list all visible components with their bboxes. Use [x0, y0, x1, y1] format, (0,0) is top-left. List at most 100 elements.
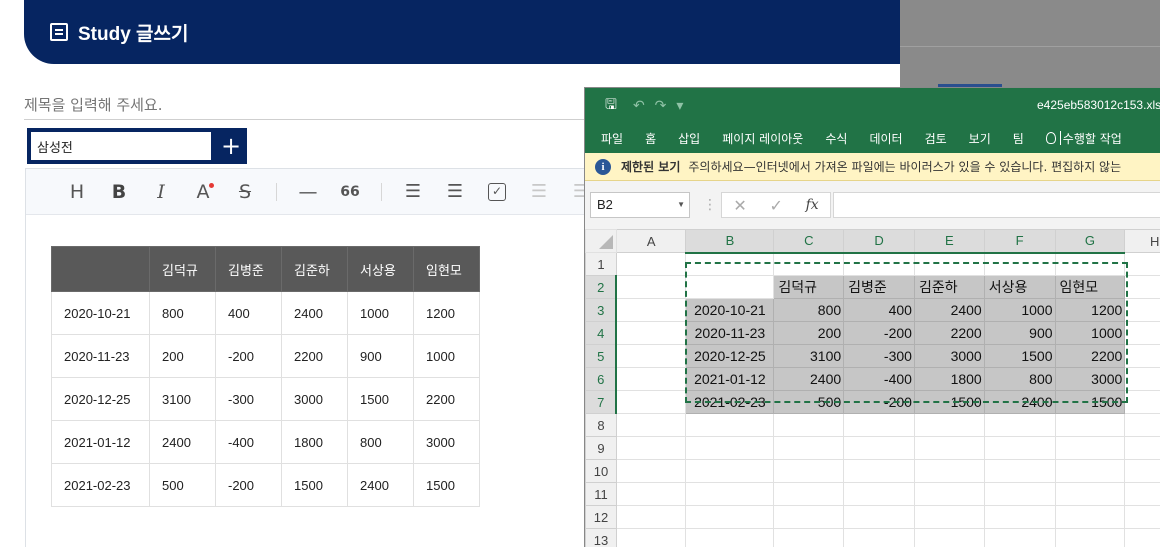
- cell[interactable]: 3000: [913, 344, 985, 368]
- insert-function-icon[interactable]: fx: [806, 197, 819, 213]
- cell[interactable]: 2200: [913, 321, 985, 345]
- cell[interactable]: -400: [843, 367, 915, 391]
- tab-formulas[interactable]: 수식: [825, 130, 847, 147]
- cell[interactable]: [685, 459, 775, 483]
- table-cell[interactable]: 1500: [281, 463, 348, 507]
- table-cell[interactable]: 3100: [149, 377, 216, 421]
- cell[interactable]: [615, 298, 687, 322]
- bullet-list-button[interactable]: ☰: [392, 177, 434, 207]
- cell[interactable]: [983, 505, 1056, 529]
- cell[interactable]: [685, 482, 775, 506]
- cell[interactable]: 3000: [1054, 367, 1126, 391]
- row-header[interactable]: 4: [585, 321, 618, 345]
- table-cell[interactable]: 2200: [413, 377, 480, 421]
- table-cell[interactable]: 2200: [281, 334, 348, 378]
- row-header[interactable]: 7: [585, 390, 618, 414]
- checklist-button[interactable]: ✓: [476, 177, 518, 207]
- cell[interactable]: [913, 459, 985, 483]
- tag-input[interactable]: [31, 132, 211, 160]
- table-cell[interactable]: 2400: [149, 420, 216, 464]
- column-header-f[interactable]: F: [983, 229, 1056, 254]
- quote-button[interactable]: 66: [329, 177, 371, 207]
- cell[interactable]: [913, 505, 985, 529]
- cell[interactable]: [615, 528, 687, 547]
- save-icon[interactable]: 🖫: [605, 94, 617, 118]
- cell[interactable]: [773, 528, 845, 547]
- cell[interactable]: [685, 528, 775, 547]
- customize-icon[interactable]: ▾: [676, 98, 683, 114]
- cell[interactable]: [913, 252, 985, 276]
- cell[interactable]: 200: [773, 321, 845, 345]
- table-cell[interactable]: 3000: [413, 420, 480, 464]
- cell[interactable]: 2020-12-25: [685, 344, 775, 368]
- table-cell[interactable]: -400: [215, 420, 282, 464]
- cancel-icon[interactable]: ✕: [733, 196, 746, 215]
- row-header[interactable]: 12: [585, 505, 617, 529]
- cell[interactable]: -200: [843, 321, 915, 345]
- row-header[interactable]: 2: [585, 275, 618, 299]
- formula-input[interactable]: [833, 192, 1160, 218]
- column-header-h[interactable]: H: [1124, 229, 1160, 253]
- italic-button[interactable]: I: [140, 177, 182, 207]
- cell[interactable]: [843, 459, 915, 483]
- cell[interactable]: 2020-11-23: [685, 321, 775, 345]
- table-cell[interactable]: 1000: [347, 291, 414, 335]
- cell[interactable]: [843, 505, 915, 529]
- table-cell[interactable]: 1800: [281, 420, 348, 464]
- cell[interactable]: [983, 482, 1056, 506]
- heading-button[interactable]: H: [56, 177, 98, 207]
- row-header[interactable]: 3: [585, 298, 618, 322]
- tab-file[interactable]: 파일: [601, 130, 623, 147]
- cell[interactable]: [773, 436, 845, 460]
- cell[interactable]: 3100: [773, 344, 845, 368]
- table-cell[interactable]: 800: [347, 420, 414, 464]
- cell[interactable]: [913, 528, 985, 547]
- name-box[interactable]: B2 ▼: [590, 192, 690, 218]
- cell[interactable]: [983, 413, 1056, 437]
- cell-b2[interactable]: [685, 275, 775, 299]
- cell[interactable]: [1054, 436, 1126, 460]
- tab-team[interactable]: 팀: [1013, 130, 1024, 147]
- cell[interactable]: [1054, 505, 1126, 529]
- table-header-cell[interactable]: 김준하: [281, 246, 348, 292]
- cell[interactable]: [773, 252, 845, 276]
- bold-button[interactable]: B: [98, 177, 140, 207]
- tell-me-search[interactable]: 수행할 작업: [1045, 130, 1122, 147]
- tab-home[interactable]: 홈: [645, 130, 656, 147]
- cell[interactable]: [1124, 528, 1160, 547]
- cell[interactable]: [1054, 252, 1126, 276]
- cell[interactable]: [1054, 528, 1126, 547]
- column-header-d[interactable]: D: [843, 229, 915, 254]
- cell[interactable]: [1124, 298, 1160, 322]
- cell[interactable]: [685, 413, 775, 437]
- tab-page-layout[interactable]: 페이지 레이아웃: [722, 130, 803, 147]
- cell[interactable]: [1124, 459, 1160, 483]
- cell[interactable]: [913, 413, 985, 437]
- table-header-cell[interactable]: [51, 246, 150, 292]
- column-header-e[interactable]: E: [913, 229, 985, 254]
- cell[interactable]: [685, 505, 775, 529]
- cell[interactable]: 1800: [913, 367, 985, 391]
- cell[interactable]: [843, 436, 915, 460]
- cell[interactable]: 2020-10-21: [685, 298, 775, 322]
- cell[interactable]: 800: [983, 367, 1056, 391]
- table-header-cell[interactable]: 김병준: [215, 246, 282, 292]
- cell[interactable]: 1000: [1054, 321, 1126, 345]
- tab-view[interactable]: 보기: [969, 130, 991, 147]
- cell[interactable]: [843, 482, 915, 506]
- cell[interactable]: [685, 252, 775, 276]
- cell[interactable]: 김병준: [843, 275, 915, 299]
- table-cell[interactable]: -300: [215, 377, 282, 421]
- cell[interactable]: [615, 413, 687, 437]
- text-color-button[interactable]: A: [182, 177, 224, 207]
- row-header[interactable]: 13: [585, 528, 617, 547]
- horizontal-rule-button[interactable]: —: [287, 177, 329, 207]
- cell[interactable]: -200: [843, 390, 915, 414]
- table-cell[interactable]: 200: [149, 334, 216, 378]
- cell[interactable]: [615, 344, 687, 368]
- table-header-cell[interactable]: 김덕규: [149, 246, 216, 292]
- cell[interactable]: 임현모: [1054, 275, 1126, 299]
- cell[interactable]: 1500: [983, 344, 1056, 368]
- cell[interactable]: [1124, 390, 1160, 414]
- row-header[interactable]: 8: [585, 413, 617, 437]
